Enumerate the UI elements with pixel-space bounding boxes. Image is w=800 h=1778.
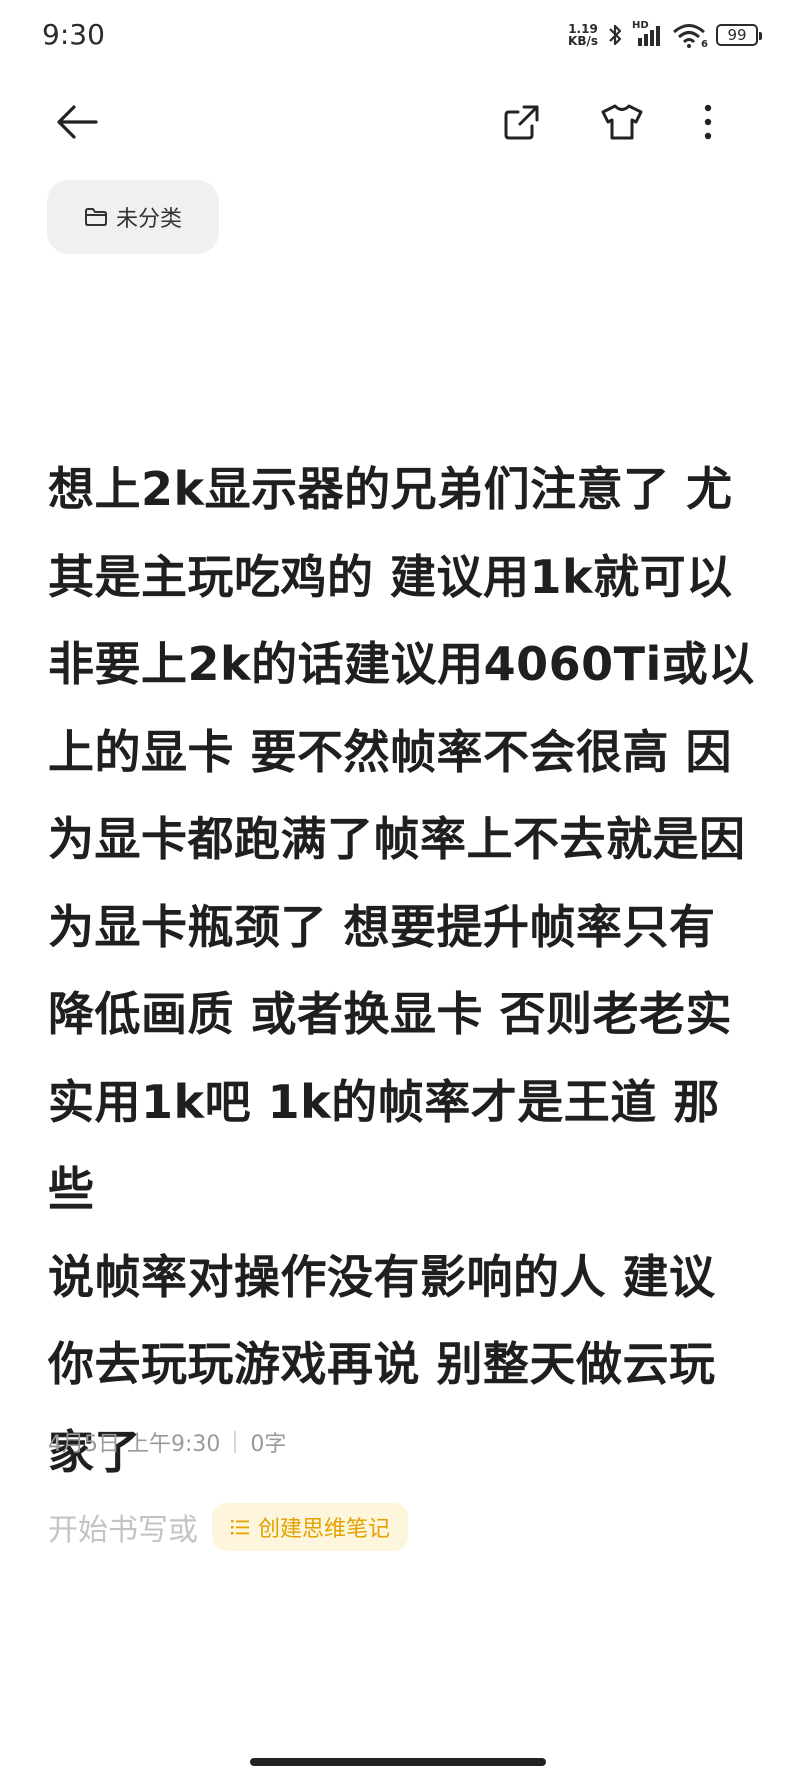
meta-divider <box>234 1431 237 1453</box>
note-line: 为显卡都跑满了帧率上不去就是因 <box>48 812 746 866</box>
start-writing-hint[interactable]: 开始书写或 <box>48 1505 198 1549</box>
more-vertical-icon <box>704 104 712 140</box>
note-line: 非要上2k的话建议用4060Ti或以 <box>48 637 755 691</box>
tshirt-icon <box>601 104 643 140</box>
list-icon <box>231 1520 249 1535</box>
note-line: 想上2k显示器的兄弟们注意了 尤 <box>48 462 733 516</box>
folder-icon <box>84 208 107 226</box>
wifi-icon: 6 <box>672 22 708 50</box>
note-date: 4月5日 上午9:30 <box>48 1432 221 1457</box>
note-line: 为显卡瓶颈了 想要提升帧率只有 <box>48 899 716 954</box>
note-line: 其是主玩吃鸡的 建议用1k就可以 <box>48 549 733 604</box>
note-line: 降低画质 或者换显卡 否则老老实 <box>48 987 733 1041</box>
theme-button[interactable] <box>590 90 654 154</box>
top-toolbar <box>0 90 800 154</box>
status-time: 9:30 <box>42 18 105 51</box>
net-speed-unit: KB/s <box>568 34 598 48</box>
mindmap-label: 创建思维笔记 <box>258 1517 391 1542</box>
note-line: 你去玩玩游戏再说 别整天做云玩 <box>48 1337 716 1391</box>
home-indicator[interactable] <box>250 1758 546 1766</box>
arrow-left-icon <box>57 105 98 139</box>
more-button[interactable] <box>676 90 740 154</box>
bluetooth-icon <box>609 24 622 46</box>
create-mindmap-button[interactable]: 创建思维笔记 <box>212 1503 409 1551</box>
word-count: 0字 <box>250 1432 287 1457</box>
battery-indicator: 99 <box>716 24 762 46</box>
note-line: 实用1k吧 1k的帧率才是王道 那些 <box>48 1074 720 1217</box>
note-line: 说帧率对操作没有影响的人 建议 <box>48 1249 716 1304</box>
wifi-6-label: 6 <box>701 39 708 50</box>
note-meta: 4月5日 上午9:30 0字 <box>48 1425 286 1459</box>
share-export-icon <box>504 105 539 140</box>
cell-signal-icon: HD <box>632 20 664 48</box>
note-content[interactable]: 想上2k显示器的兄弟们注意了 尤 其是主玩吃鸡的 建议用1k就可以 非要上2k的… <box>48 446 760 1496</box>
status-icons: 1.19 KB/s HD 6 99 <box>568 20 762 50</box>
category-label: 未分类 <box>115 207 182 232</box>
compose-row: 开始书写或 创建思维笔记 <box>48 1502 409 1552</box>
back-button[interactable] <box>46 90 110 154</box>
status-bar: 9:30 1.19 KB/s HD 6 99 <box>0 0 800 70</box>
net-speed: 1.19 KB/s <box>568 23 598 47</box>
note-line: 上的显卡 要不然帧率不会很高 因 <box>48 724 733 779</box>
share-button[interactable] <box>490 90 554 154</box>
category-chip[interactable]: 未分类 <box>47 180 219 254</box>
